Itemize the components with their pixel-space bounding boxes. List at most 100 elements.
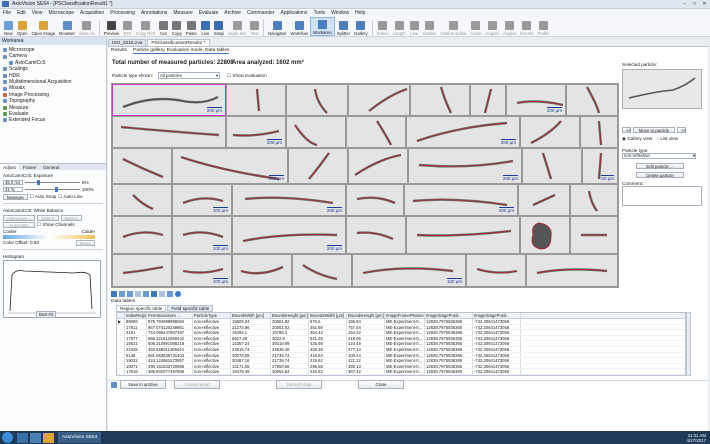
column-header[interactable]: IndexRegion — [125, 313, 147, 318]
minimize-button[interactable]: – — [680, 1, 689, 7]
subtab[interactable]: Results — [111, 48, 127, 53]
gain-slider[interactable] — [25, 187, 80, 192]
reset-button[interactable]: Reset — [75, 239, 95, 246]
menu-window[interactable]: Window — [331, 10, 349, 16]
particle-type-side-select[interactable]: non-reflective ▾ — [622, 153, 696, 159]
toolbar-new-button[interactable]: New — [2, 17, 15, 36]
menu-tools[interactable]: Tools — [313, 10, 325, 16]
tool-icon[interactable] — [135, 291, 141, 297]
particle-thumbnail[interactable] — [287, 117, 345, 147]
particle-thumbnail[interactable]: 200 µm — [407, 117, 519, 147]
prev-particle-button[interactable]: << — [622, 127, 631, 133]
particle-thumbnail[interactable]: 200 µm — [507, 85, 565, 115]
taskbar-axiovision-item[interactable]: AxioVision SE64 — [58, 432, 102, 443]
tool-icon[interactable] — [159, 291, 165, 297]
auto-live-checkbox[interactable]: ☐ Auto Live — [58, 194, 82, 200]
particle-thumbnail[interactable] — [113, 117, 225, 147]
next-particle-button[interactable]: >> — [677, 127, 686, 133]
toolbar-length-button[interactable]: Length — [391, 17, 408, 36]
tab-region-table[interactable]: Region specific table — [116, 305, 167, 312]
particle-thumbnail[interactable] — [471, 85, 505, 115]
particle-thumbnail[interactable] — [349, 149, 407, 183]
toolbar-profile-button[interactable]: Profile — [535, 17, 551, 36]
5500k-button[interactable]: 5500 K — [60, 214, 83, 221]
toolbar-roi-button[interactable]: ROI — [121, 17, 134, 36]
tool-icon[interactable] — [119, 291, 125, 297]
particle-thumbnail[interactable] — [113, 185, 171, 215]
particle-type-select[interactable]: All particles ▾ — [158, 72, 220, 79]
toolbar-line-button[interactable]: Line — [408, 17, 421, 36]
toolbar-scale-bar-button[interactable]: Scale bar — [226, 17, 248, 36]
column-header[interactable]: Feretmaximum ... — [147, 313, 193, 318]
menu-commander[interactable]: Commander — [247, 10, 275, 16]
particle-thumbnail[interactable] — [571, 185, 617, 215]
column-header[interactable]: BoundsWith [µm] — [231, 313, 271, 318]
column-header[interactable]: ImageStagePosit... — [425, 313, 473, 318]
toolbar-snap-button[interactable]: Snap — [212, 17, 226, 36]
menu-edit[interactable]: Edit — [17, 10, 26, 16]
toolbar-outline-button[interactable]: Outline — [421, 17, 439, 36]
toolbar-navigator-button[interactable]: Navigator — [266, 17, 288, 36]
toolbar-splitter-button[interactable]: Splitter — [335, 17, 352, 36]
tab-field-table[interactable]: Field specific table — [167, 305, 214, 312]
delete-particle-button[interactable]: Delete particle — [636, 172, 684, 178]
exposure-input[interactable]: 35.0 ms — [3, 180, 23, 185]
particle-thumbnail[interactable] — [233, 255, 291, 286]
menu-acquisition[interactable]: Acquisition — [80, 10, 104, 16]
particle-thumbnail[interactable] — [113, 255, 171, 286]
particle-thumbnail[interactable] — [347, 217, 405, 253]
exposure-slider[interactable] — [25, 180, 80, 185]
show-evaluation-checkbox[interactable]: ☐ Show Evaluation — [227, 73, 267, 79]
column-header[interactable]: BoundsHeight [µm] — [271, 313, 309, 318]
taskbar-folder-icon[interactable] — [43, 432, 54, 443]
toolbar-gallery-button[interactable]: Gallery — [352, 17, 370, 36]
menu-archive[interactable]: Archive — [224, 10, 241, 16]
toolbar-browser-button[interactable]: Browser — [57, 17, 77, 36]
menu-applications[interactable]: Applications — [280, 10, 307, 16]
particle-thumbnail[interactable] — [571, 217, 617, 253]
table-scrollbar[interactable] — [686, 312, 691, 376]
particle-thumbnail[interactable] — [347, 117, 405, 147]
toolbar-open-image-button[interactable]: Open Image — [30, 17, 58, 36]
toolbar-workarea-button[interactable]: Workarea — [310, 17, 335, 36]
column-header[interactable]: BoundsWidth [µm] — [309, 313, 347, 318]
maximize-button[interactable]: □ — [690, 1, 699, 7]
comment-textarea[interactable] — [622, 186, 702, 206]
particle-thumbnail[interactable]: 100 µm — [173, 217, 231, 253]
edit-particle-button[interactable]: Edit particle ... — [636, 163, 684, 169]
info-icon[interactable] — [175, 291, 181, 297]
menu-annotations[interactable]: Annotations — [141, 10, 167, 16]
tab-adjust[interactable]: Adjust — [0, 164, 19, 170]
particle-thumbnail[interactable]: 100 µm — [173, 185, 231, 215]
auto-snap-checkbox[interactable]: ☐ Auto Snap — [30, 194, 57, 200]
toolbar-copy-button[interactable]: Copy — [170, 17, 184, 36]
particle-thumbnail[interactable]: 200 µm — [227, 117, 285, 147]
particle-thumbnail[interactable]: 200 µm — [112, 84, 226, 116]
particle-thumbnail[interactable]: 200 µm — [173, 149, 287, 183]
menu-file[interactable]: File — [3, 10, 11, 16]
toolbar-events-button[interactable]: Events — [518, 17, 535, 36]
tree-item-extended-focus[interactable]: Extended Focus — [3, 117, 106, 123]
particle-thumbnail[interactable]: 200 µm — [233, 185, 345, 215]
toolbar-text-button[interactable]: Text — [248, 17, 261, 36]
toolbar-circle-button[interactable]: Circle — [468, 17, 483, 36]
particle-thumbnail[interactable] — [289, 149, 347, 183]
start-icon[interactable] — [2, 432, 13, 443]
tab-general[interactable]: General — [40, 164, 62, 170]
tool-icon[interactable] — [111, 291, 117, 297]
toolbar-copy-roi-button[interactable]: Copy ROI — [134, 17, 157, 36]
particle-thumbnail[interactable] — [523, 149, 581, 183]
toolbar-workflow-button[interactable]: Workflow — [289, 17, 311, 36]
save-to-archive-button[interactable]: Save to archive — [120, 380, 166, 389]
toolbar-live-button[interactable]: Live — [199, 17, 212, 36]
toolbar-save-as-button[interactable]: Save As — [77, 17, 97, 36]
particle-thumbnail[interactable] — [113, 217, 171, 253]
move-to-particle-button[interactable]: Move to particle — [633, 127, 675, 133]
tool-icon[interactable] — [151, 291, 157, 297]
particle-thumbnail[interactable] — [293, 255, 351, 286]
column-header[interactable]: ImageFramePName — [385, 313, 425, 318]
menu-processing[interactable]: Processing — [110, 10, 135, 16]
toolbar-cut-button[interactable]: Cut — [157, 17, 170, 36]
document-tab[interactable]: ISO_2016.zva — [108, 39, 147, 46]
refresh-data-button[interactable]: Refresh data — [276, 380, 322, 389]
